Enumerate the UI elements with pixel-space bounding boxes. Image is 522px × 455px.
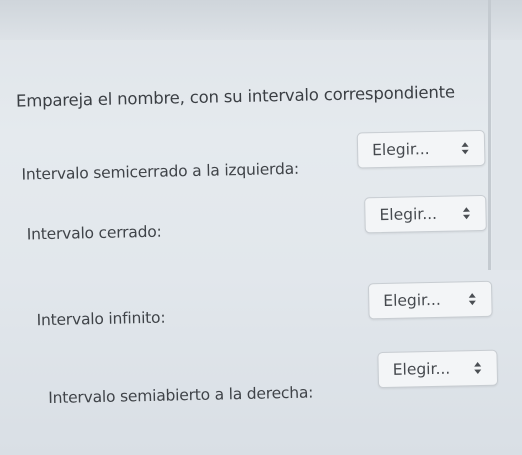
row-label-infinito: Intervalo infinito:	[36, 308, 166, 330]
up-down-arrows-icon	[459, 206, 473, 220]
question-panel: Empareja el nombre, con su intervalo cor…	[0, 0, 522, 455]
up-down-arrows-icon	[465, 292, 479, 306]
select-semiabierto-derecha[interactable]: Elegir...	[377, 349, 499, 389]
select-cerrado[interactable]: Elegir...	[364, 194, 487, 234]
row-label-semicerrado-izquierda: Intervalo semicerrado a la izquierda:	[21, 159, 300, 184]
question-title: Empareja el nombre, con su intervalo cor…	[15, 82, 456, 111]
up-down-arrows-icon	[458, 141, 472, 155]
select-infinito[interactable]: Elegir...	[367, 280, 493, 320]
row-label-semiabierto-derecha: Intervalo semiabierto a la derecha:	[48, 383, 314, 408]
up-down-arrows-icon	[471, 361, 485, 375]
select-value: Elegir...	[383, 290, 441, 311]
row-label-cerrado: Intervalo cerrado:	[26, 222, 162, 244]
select-semicerrado-izquierda[interactable]: Elegir...	[356, 129, 486, 169]
select-value: Elegir...	[392, 359, 451, 379]
select-value: Elegir...	[379, 204, 438, 225]
select-value: Elegir...	[371, 140, 430, 160]
